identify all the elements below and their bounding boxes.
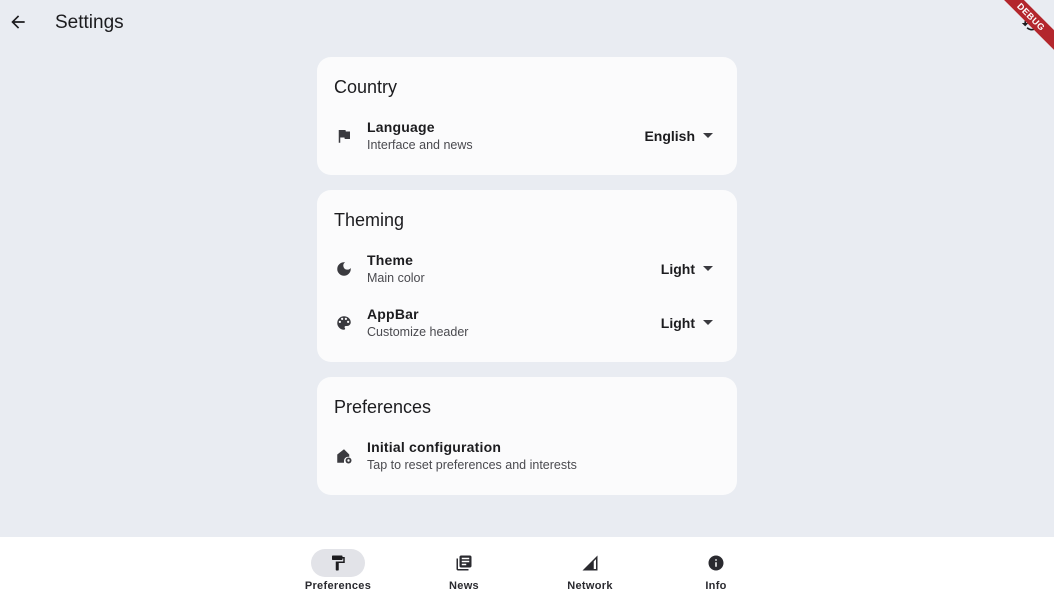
restore-icon xyxy=(1021,15,1040,31)
newspaper-icon xyxy=(456,555,472,571)
app-bar: Settings DEBUG xyxy=(0,0,1054,54)
nav-info-icon-wrap xyxy=(689,549,743,577)
moon-icon xyxy=(334,259,354,279)
nav-news[interactable]: News xyxy=(419,547,509,597)
appbar-dropdown[interactable]: Light xyxy=(661,312,713,334)
nav-info-label: Info xyxy=(705,580,727,592)
appbar-title: AppBar xyxy=(367,306,419,322)
language-dropdown[interactable]: English xyxy=(644,125,713,147)
home-settings-icon xyxy=(334,446,354,466)
nav-network[interactable]: Network xyxy=(545,547,635,597)
theme-subtitle: Main color xyxy=(367,271,425,285)
flag-icon xyxy=(334,126,354,146)
nav-network-label: Network xyxy=(567,580,613,592)
initial-configuration-subtitle: Tap to reset preferences and interests xyxy=(367,458,577,472)
nav-info[interactable]: Info xyxy=(671,547,761,597)
theming-card: Theming Theme Main color Light AppBar Cu… xyxy=(317,190,737,362)
language-subtitle: Interface and news xyxy=(367,138,473,152)
preferences-card: Preferences Initial configuration Tap to… xyxy=(317,377,737,495)
theming-card-title: Theming xyxy=(334,210,405,230)
dropdown-caret-icon xyxy=(703,132,713,138)
nav-preferences-label: Preferences xyxy=(304,580,372,592)
theme-dropdown[interactable]: Light xyxy=(661,258,713,280)
country-card: Country Language Interface and news Engl… xyxy=(317,57,737,175)
country-card-title: Country xyxy=(334,77,398,97)
appbar-subtitle: Customize header xyxy=(367,325,469,339)
nav-network-icon-wrap xyxy=(563,549,617,577)
back-button[interactable] xyxy=(4,8,32,36)
info-icon xyxy=(708,555,724,571)
arrow-back-icon xyxy=(11,15,25,29)
language-row[interactable]: Language Interface and news English xyxy=(317,117,737,161)
nav-news-label: News xyxy=(449,580,479,592)
paint-roller-icon xyxy=(332,555,345,571)
signal-icon xyxy=(582,555,598,571)
preferences-card-title: Preferences xyxy=(334,397,432,417)
appbar-row[interactable]: AppBar Customize header Light xyxy=(317,304,737,348)
theme-row[interactable]: Theme Main color Light xyxy=(317,250,737,294)
appbar-value: Light xyxy=(660,315,695,331)
theme-title: Theme xyxy=(367,252,414,268)
initial-configuration-title: Initial configuration xyxy=(367,439,502,455)
nav-news-icon-wrap xyxy=(437,549,491,577)
language-value: English xyxy=(644,128,695,144)
bottom-navigation: Preferences News Network Info xyxy=(0,537,1054,600)
language-title: Language xyxy=(367,119,435,135)
active-indicator xyxy=(311,549,365,577)
page-title: Settings xyxy=(55,12,124,33)
palette-icon xyxy=(334,313,354,333)
dropdown-caret-icon xyxy=(703,265,713,271)
initial-configuration-row[interactable]: Initial configuration Tap to reset prefe… xyxy=(317,437,737,481)
dropdown-caret-icon xyxy=(703,319,713,325)
nav-preferences[interactable]: Preferences xyxy=(293,547,383,597)
reset-button[interactable] xyxy=(1018,10,1044,36)
theme-value: Light xyxy=(660,261,695,277)
